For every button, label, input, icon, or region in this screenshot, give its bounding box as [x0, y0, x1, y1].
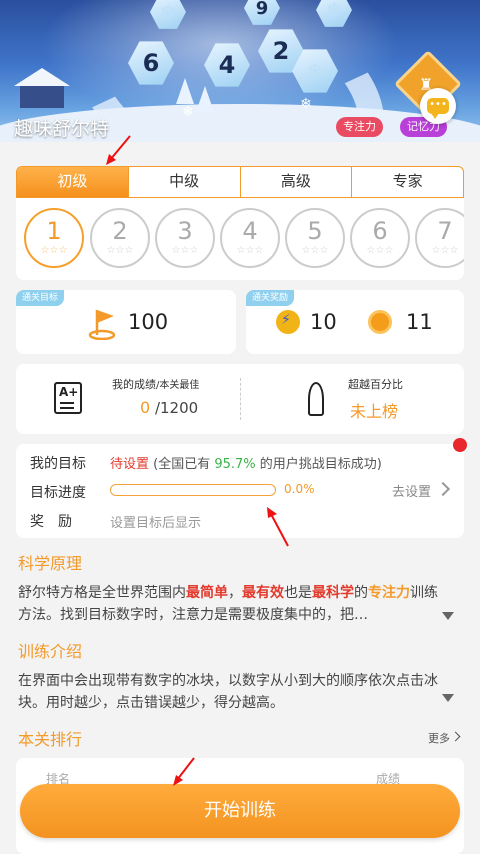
percentile-value: 未上榜 — [350, 402, 399, 421]
science-title: 科学原理 — [18, 554, 83, 573]
pass-goal-card: 通关目标 100 — [16, 290, 236, 354]
goal-progress-bar — [110, 484, 276, 496]
level-item[interactable]: 1 ☆☆☆ — [24, 208, 84, 268]
score-value: 0 /1200 — [140, 398, 199, 417]
intro-title: 训练介绍 — [18, 642, 83, 661]
tab-beginner[interactable]: 初级 — [17, 167, 128, 197]
expand-science-icon[interactable] — [442, 612, 454, 620]
page-title: 趣味舒尔特 — [14, 118, 110, 140]
level-item[interactable]: 3 ☆☆☆ — [155, 208, 215, 268]
tab-advanced[interactable]: 高级 — [239, 167, 352, 197]
level-item[interactable]: 4 ☆☆☆ — [220, 208, 280, 268]
more-link[interactable]: 更多 — [428, 730, 450, 746]
chevron-right-icon[interactable] — [435, 481, 451, 497]
level-item[interactable]: 7 ☆☆☆ — [415, 208, 464, 268]
target-card: 我的目标 待设置 (全国已有 95.7% 的用户挑战目标成功) 目标进度 0.0… — [16, 444, 464, 538]
set-goal-link[interactable]: 去设置 — [392, 481, 431, 500]
notification-dot — [453, 438, 467, 452]
ranking-title: 本关排行 — [18, 730, 83, 749]
annotation-arrow-icon — [106, 135, 131, 165]
energy-icon — [276, 310, 300, 334]
tree-decoration — [176, 78, 194, 104]
difficulty-tabs: 初级 中级 高级 专家 — [16, 166, 464, 198]
coin-icon — [368, 310, 392, 334]
score-sheet-icon: A+ — [54, 382, 82, 414]
annotation-arrow-icon — [267, 507, 289, 547]
divider — [240, 378, 241, 420]
house-decoration — [14, 68, 70, 108]
score-caption: 我的成绩/本关最佳 — [112, 378, 200, 391]
flag-icon — [88, 310, 116, 340]
star-rating-icon: ☆☆☆ — [40, 245, 68, 256]
pass-reward-card: 通关奖励 10 11 — [246, 290, 464, 354]
chat-bubble-icon: ••• — [427, 98, 449, 119]
goal-progress-text: 0.0% — [284, 482, 315, 496]
reward-hint: 设置目标后显示 — [110, 516, 202, 531]
level-number: 5 — [307, 217, 323, 245]
science-body: 舒尔特方格是全世界范围内最简单，最有效也是最科学的专注力训练方法。找到目标数字时… — [18, 585, 438, 623]
rocket-icon — [308, 382, 324, 416]
annotation-arrow-icon — [173, 757, 195, 786]
star-rating-icon: ☆☆☆ — [301, 245, 329, 256]
star-rating-icon: ☆☆☆ — [431, 245, 459, 256]
level-number: 1 — [46, 217, 62, 245]
pass-goal-value: 100 — [128, 310, 169, 334]
score-card: A+ 我的成绩/本关最佳 0 /1200 超越百分比 未上榜 — [16, 364, 464, 434]
level-number: 3 — [177, 217, 193, 245]
tab-expert[interactable]: 专家 — [351, 167, 463, 197]
expand-intro-icon[interactable] — [442, 694, 454, 702]
pass-reward-label: 通关奖励 — [246, 290, 295, 306]
snowflake-icon: ❄ — [182, 104, 194, 120]
percentile-caption: 超越百分比 — [348, 378, 403, 391]
start-training-button[interactable]: 开始训练 — [20, 784, 460, 838]
snowflake-icon: ❄ — [300, 96, 312, 112]
star-rating-icon: ☆☆☆ — [366, 245, 394, 256]
reward-label: 奖 励 — [30, 514, 72, 530]
star-rating-icon: ☆☆☆ — [106, 245, 134, 256]
star-rating-icon: ☆☆☆ — [171, 245, 199, 256]
my-goal-label: 我的目标 — [30, 456, 86, 472]
energy-reward-value: 10 — [310, 310, 337, 334]
tag-focus: 专注力 — [336, 117, 383, 137]
level-number: 7 — [437, 217, 453, 245]
coin-reward-value: 11 — [406, 310, 433, 334]
level-selector: 初级 中级 高级 专家 1 ☆☆☆ 2 ☆☆☆ 3 ☆☆☆ 4 ☆☆☆ 5 ☆☆… — [16, 166, 464, 280]
tab-intermediate[interactable]: 中级 — [127, 167, 240, 197]
tree-decoration — [196, 86, 214, 112]
pass-goal-label: 通关目标 — [16, 290, 65, 306]
chevron-right-icon[interactable] — [450, 731, 461, 742]
star-rating-icon: ☆☆☆ — [236, 245, 264, 256]
level-number: 4 — [242, 217, 258, 245]
intro-body: 在界面中会出现带有数字的冰块，以数字从小到大的顺序依次点击冰块。用时越少，点击错… — [18, 673, 438, 711]
level-item[interactable]: 5 ☆☆☆ — [285, 208, 345, 268]
chat-button[interactable]: ••• — [420, 88, 456, 124]
level-number: 6 — [372, 217, 388, 245]
goal-progress-label: 目标进度 — [30, 485, 86, 501]
level-number: 2 — [112, 217, 128, 245]
level-item[interactable]: 2 ☆☆☆ — [90, 208, 150, 268]
level-item[interactable]: 6 ☆☆☆ — [350, 208, 410, 268]
goal-status: 待设置 (全国已有 95.7% 的用户挑战目标成功) — [110, 457, 382, 472]
level-list: 1 ☆☆☆ 2 ☆☆☆ 3 ☆☆☆ 4 ☆☆☆ 5 ☆☆☆ 6 ☆☆☆ 7 ☆☆… — [16, 206, 464, 274]
